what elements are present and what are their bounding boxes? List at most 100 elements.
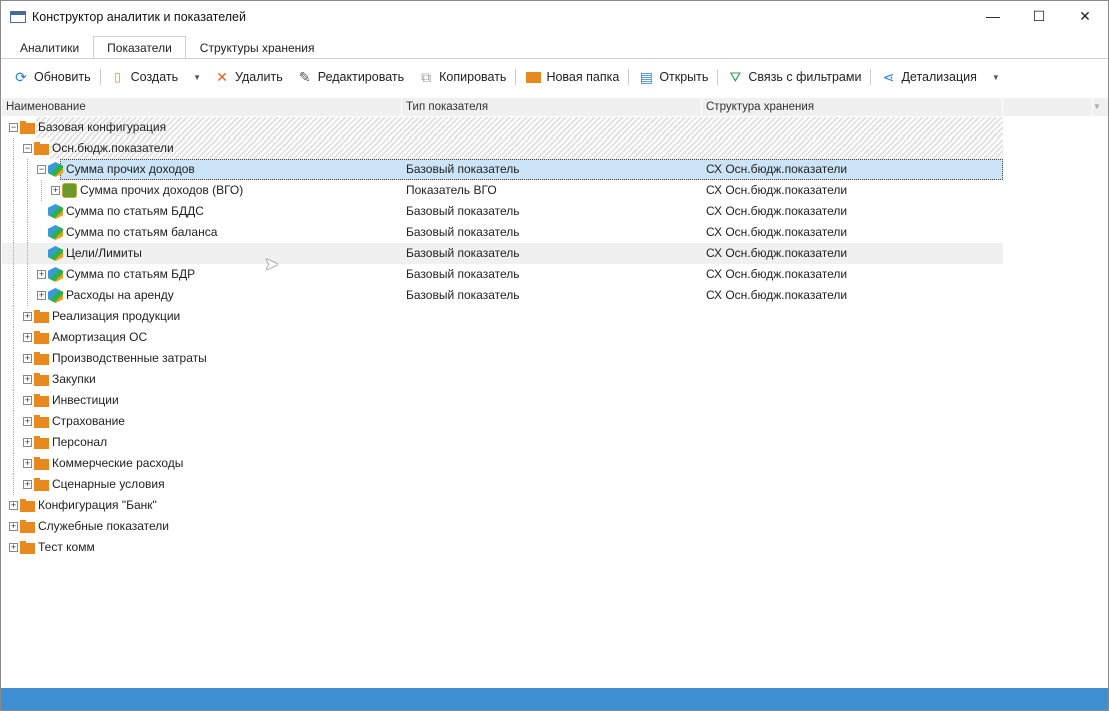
folder-icon — [34, 331, 49, 344]
tree-row[interactable]: + Производственные затраты — [2, 348, 1003, 369]
expand-icon[interactable]: + — [9, 501, 18, 510]
new-folder-button[interactable]: Новая папка — [518, 65, 626, 89]
maximize-button[interactable]: ☐ — [1016, 1, 1062, 31]
tree-row[interactable]: − Базовая конфигурация — [2, 117, 1003, 138]
share-icon: ⋖ — [882, 68, 895, 85]
tree-guide-line — [13, 138, 14, 159]
create-dropdown-arrow[interactable]: ▼ — [187, 73, 207, 82]
row-type: Базовый показатель — [406, 267, 520, 281]
tree-row[interactable]: Сумма по статьям баланса Базовый показате… — [2, 222, 1003, 243]
tree-row[interactable]: + Сценарные условия — [2, 474, 1003, 495]
tab-analytics[interactable]: Аналитики — [6, 36, 93, 59]
tree-row[interactable]: + Инвестиции — [2, 390, 1003, 411]
row-structure: СХ Осн.бюдж.показатели — [706, 204, 848, 218]
tree-row[interactable]: + Сумма прочих доходов (ВГО) Показатель ВГ… — [2, 180, 1003, 201]
column-header-empty — [1003, 98, 1093, 116]
collapse-icon[interactable]: − — [37, 165, 46, 174]
expand-icon[interactable]: + — [37, 270, 46, 279]
tab-storage-structures[interactable]: Структуры хранения — [186, 36, 329, 59]
row-name: Производственные затраты — [52, 351, 207, 365]
edit-button[interactable]: ✎ Редактировать — [290, 65, 411, 89]
tree-guide-line — [13, 411, 14, 432]
column-header-structure[interactable]: Структура хранения — [702, 98, 1003, 116]
expand-icon[interactable]: + — [23, 375, 32, 384]
tree-row[interactable]: + Закупки — [2, 369, 1003, 390]
copy-label: Копировать — [439, 70, 507, 84]
delete-icon: ✕ — [216, 68, 228, 85]
expand-icon[interactable]: + — [23, 417, 32, 426]
filters-label: Связь с фильтрами — [748, 70, 862, 84]
detail-button[interactable]: ⋖ Детализация — [873, 65, 983, 89]
tree-row[interactable]: + Сумма по статьям БДР Базовый показатель С… — [2, 264, 1003, 285]
selection-highlight — [60, 159, 1003, 180]
row-name: Сценарные условия — [52, 477, 165, 491]
folder-icon — [34, 436, 49, 449]
expand-icon[interactable]: + — [23, 354, 32, 363]
column-header-type[interactable]: Тип показателя — [402, 98, 702, 116]
create-button[interactable]: ▯ Создать — [103, 65, 186, 89]
tree-guide-line — [27, 201, 28, 222]
tab-indicators[interactable]: Показатели — [93, 36, 186, 59]
folder-icon — [34, 352, 49, 365]
expand-icon[interactable]: + — [9, 522, 18, 531]
collapse-icon[interactable]: − — [9, 123, 18, 132]
tree-row[interactable]: + Страхование — [2, 411, 1003, 432]
expand-icon[interactable]: + — [51, 186, 60, 195]
collapse-icon[interactable]: − — [23, 144, 32, 153]
expand-icon[interactable]: + — [23, 459, 32, 468]
title-bar: Конструктор аналитик и показателей — ☐ ✕ — [1, 1, 1108, 33]
minimize-button[interactable]: — — [970, 1, 1016, 31]
tree-row[interactable]: − Сумма прочих доходов Базовый показатель С… — [2, 159, 1003, 180]
close-button[interactable]: ✕ — [1062, 1, 1108, 31]
row-name: Амортизация ОС — [52, 330, 148, 344]
expand-icon[interactable]: + — [37, 291, 46, 300]
row-name: Осн.бюдж.показатели — [52, 141, 174, 155]
tree-guide-line — [13, 264, 14, 285]
tree-row[interactable]: + Тест комм — [2, 537, 1003, 558]
row-name: Инвестиции — [52, 393, 119, 407]
expand-icon[interactable]: + — [23, 438, 32, 447]
tree-guide-line — [27, 285, 28, 306]
mouse-cursor-icon: ➤ — [264, 254, 280, 274]
tree-row[interactable]: + Расходы на аренду Базовый показатель СХ О… — [2, 285, 1003, 306]
delete-button[interactable]: ✕ Удалить — [207, 65, 290, 89]
expand-icon[interactable]: + — [9, 543, 18, 552]
tree-guide-line — [13, 201, 14, 222]
tree-row[interactable]: + Персонал — [2, 432, 1003, 453]
detail-dropdown-arrow[interactable]: ▼ — [986, 73, 1006, 82]
row-name: Сумма по статьям баланса — [66, 225, 218, 239]
column-chooser-arrow[interactable]: ▼ — [1093, 98, 1107, 116]
refresh-button[interactable]: ⟳ Обновить — [6, 65, 98, 89]
row-type: Показатель ВГО — [406, 183, 497, 197]
row-structure: СХ Осн.бюдж.показатели — [706, 225, 848, 239]
separator — [99, 69, 101, 85]
row-name: Сумма прочих доходов (ВГО) — [80, 183, 244, 197]
copy-button[interactable]: ⧉ Копировать — [411, 65, 513, 89]
tree-guide-line — [13, 453, 14, 474]
column-header-name[interactable]: Наименование — [2, 98, 402, 116]
indicator-cube-icon — [48, 246, 63, 261]
tree-row[interactable]: + Реализация продукции — [2, 306, 1003, 327]
filters-link-button[interactable]: ⛛ Связь с фильтрами — [720, 65, 868, 89]
row-structure: СХ Осн.бюдж.показатели — [706, 162, 848, 176]
tree-row[interactable]: + Конфигурация "Банк" — [2, 495, 1003, 516]
tree-row[interactable]: − Осн.бюдж.показатели — [2, 138, 1003, 159]
tree-row[interactable]: Сумма по статьям БДДС Базовый показатель С… — [2, 201, 1003, 222]
tree-row[interactable]: Цели/Лимиты Базовый показатель СХ Осн.бюдж… — [2, 243, 1003, 264]
folder-icon — [20, 520, 35, 533]
row-name: Персонал — [52, 435, 108, 449]
row-type: Базовый показатель — [406, 204, 520, 218]
expand-icon[interactable]: + — [23, 333, 32, 342]
expand-icon[interactable]: + — [23, 480, 32, 489]
expand-icon[interactable]: + — [23, 396, 32, 405]
tree-row[interactable]: + Служебные показатели — [2, 516, 1003, 537]
tree-row[interactable]: + Коммерческие расходы — [2, 453, 1003, 474]
open-button[interactable]: ▤ Открыть — [631, 65, 715, 89]
tree-guide-line — [13, 306, 14, 327]
folder-icon — [20, 499, 35, 512]
expand-icon[interactable]: + — [23, 312, 32, 321]
tree-row[interactable]: + Амортизация ОС — [2, 327, 1003, 348]
tree-guide-line — [27, 264, 28, 285]
tree-guide-line — [27, 243, 28, 264]
indicator-cube-icon — [48, 204, 63, 219]
